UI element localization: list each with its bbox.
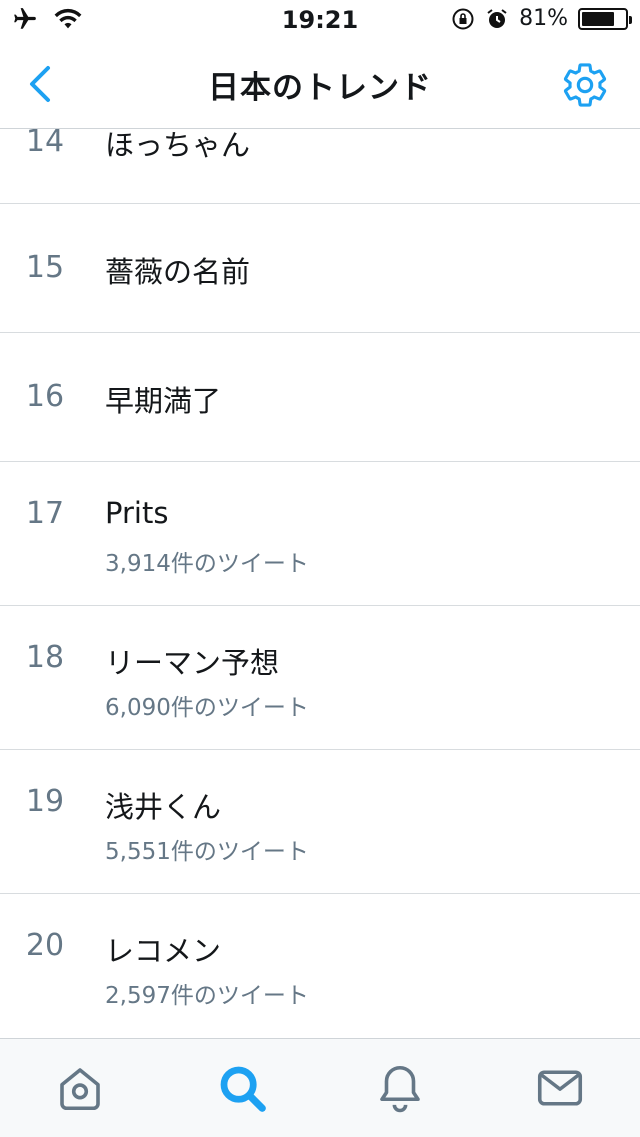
trend-name: Prits: [105, 496, 169, 530]
battery-icon: [578, 7, 632, 30]
home-icon[interactable]: [53, 1061, 107, 1115]
page-title: 日本のトレンド: [208, 70, 432, 106]
trend-item[interactable]: 14 ほっちゃん: [0, 129, 640, 204]
tweet-count: 6,090件のツイート: [105, 695, 309, 721]
trend-item[interactable]: 20 レコメン 2,597件のツイート: [0, 894, 640, 1038]
gear-icon[interactable]: [560, 60, 610, 110]
trend-rank: 19: [25, 784, 65, 819]
battery-fill: [582, 11, 614, 26]
nav-bar: 日本のトレンド: [0, 40, 640, 129]
status-right: 81%: [451, 6, 632, 31]
trend-item[interactable]: 17 Prits 3,914件のツイート: [0, 462, 640, 606]
trend-rank: 17: [25, 496, 65, 531]
status-bar: 19:21 81%: [0, 0, 640, 40]
trend-rank: 15: [25, 250, 65, 285]
trend-name: 薔薇の名前: [105, 255, 251, 289]
messages-icon[interactable]: [533, 1061, 587, 1115]
tweet-count: 5,551件のツイート: [105, 839, 309, 865]
trend-name: 早期満了: [105, 384, 222, 418]
trend-name: リーマン予想: [105, 646, 280, 680]
trend-item[interactable]: 18 リーマン予想 6,090件のツイート: [0, 606, 640, 750]
tab-bar: [0, 1038, 640, 1137]
notifications-icon[interactable]: [373, 1061, 427, 1115]
trend-name: レコメン: [105, 934, 222, 968]
tweet-count: 3,914件のツイート: [105, 551, 309, 577]
trend-item[interactable]: 16 早期満了: [0, 333, 640, 462]
trend-item[interactable]: 19 浅井くん 5,551件のツイート: [0, 750, 640, 894]
trend-rank: 18: [25, 640, 65, 675]
trend-name: ほっちゃん: [105, 129, 251, 162]
battery-tip: [629, 15, 632, 24]
rotation-lock-icon: [452, 8, 474, 29]
battery-percent: 81%: [519, 6, 568, 31]
trend-name: 浅井くん: [105, 790, 222, 824]
alarm-icon: [487, 8, 507, 28]
trend-item[interactable]: 15 薔薇の名前: [0, 204, 640, 333]
trend-rank: 20: [25, 928, 65, 963]
trend-list: 14 ほっちゃん 15 薔薇の名前 16 早期満了 17 Prits 3,914…: [0, 129, 640, 1038]
trend-rank: 14: [25, 129, 65, 159]
tweet-count: 2,597件のツイート: [105, 983, 309, 1009]
search-icon[interactable]: [215, 1061, 269, 1115]
trend-rank: 16: [25, 379, 65, 414]
